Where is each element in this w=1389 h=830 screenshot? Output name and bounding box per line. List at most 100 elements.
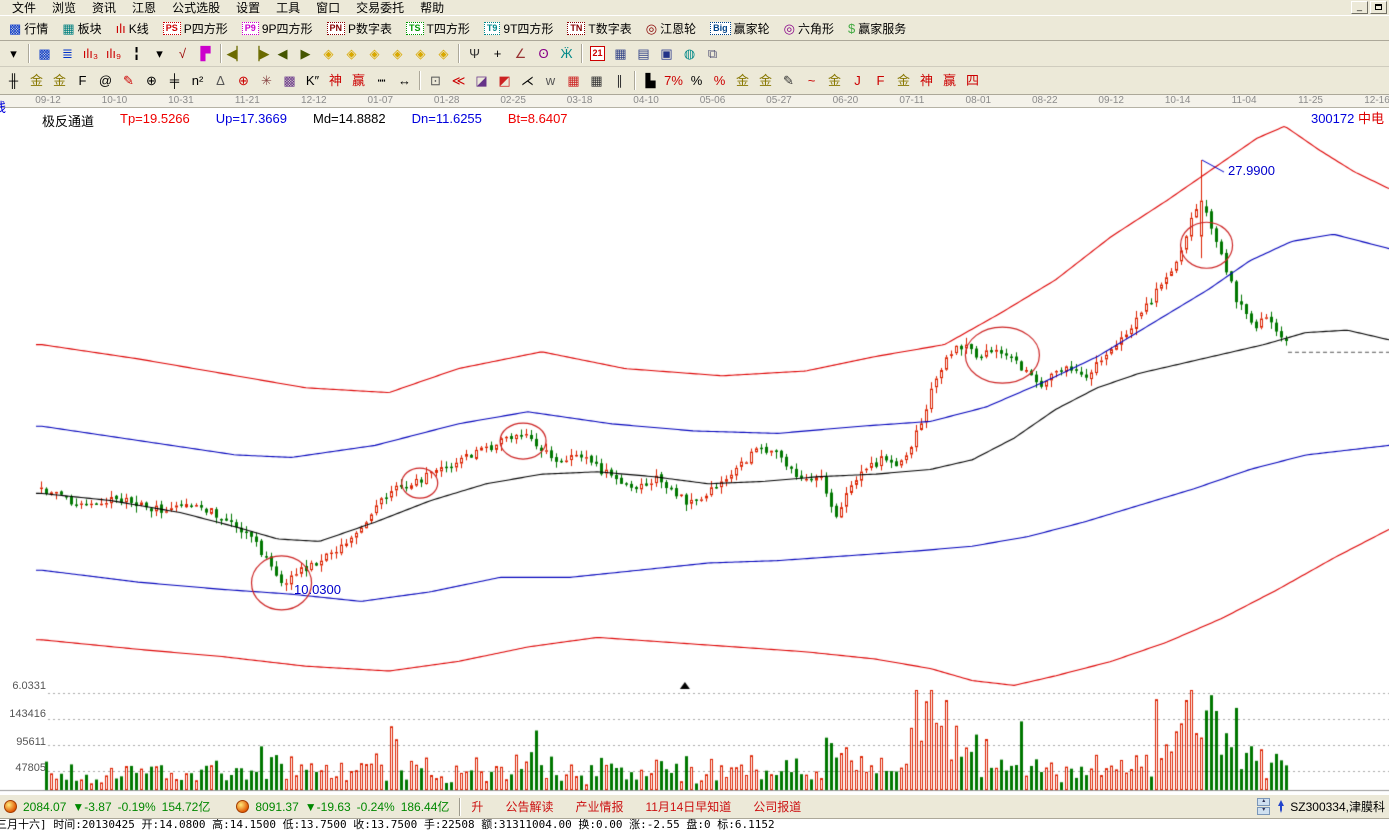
ruler-123-button[interactable]: ┉ bbox=[370, 70, 393, 91]
f-gauge-button[interactable]: F bbox=[71, 70, 94, 91]
toolbar-p-number-table-button[interactable]: PNP数字表 bbox=[320, 16, 400, 40]
diamond-right-button[interactable]: ◈ bbox=[340, 43, 363, 64]
toolbar-winner-wheel-button[interactable]: Big赢家轮 bbox=[703, 16, 777, 40]
percent-line-button[interactable]: 7% bbox=[662, 70, 685, 91]
news-link-2[interactable]: 产业情报 bbox=[575, 800, 623, 814]
toolbar-t-number-table-button[interactable]: TNT数字表 bbox=[560, 16, 638, 40]
hash-line-button[interactable]: ╪ bbox=[163, 70, 186, 91]
ink-pen-button[interactable]: ✎ bbox=[777, 70, 800, 91]
toolbar-gann-wheel-button[interactable]: ◎江恩轮 bbox=[639, 16, 703, 40]
prev-page-button[interactable]: ◀ bbox=[271, 43, 294, 64]
v-wave-button[interactable]: w bbox=[539, 70, 562, 91]
k-quote-button[interactable]: K″ bbox=[301, 70, 324, 91]
notepad-button[interactable]: ▤ bbox=[632, 43, 655, 64]
spinner-down-button[interactable]: ▾ bbox=[1257, 807, 1270, 815]
toolbar-p-square-button[interactable]: PSP四方形 bbox=[156, 16, 235, 40]
menu-item-7[interactable]: 窗口 bbox=[308, 0, 348, 16]
news-link-0[interactable]: 升 bbox=[471, 800, 483, 814]
restore-button[interactable] bbox=[1370, 1, 1387, 14]
color-histogram-button[interactable]: ▛ bbox=[194, 43, 217, 64]
calendar-button[interactable]: 21 bbox=[586, 43, 609, 64]
gold-circle-button[interactable]: 金 bbox=[731, 70, 754, 91]
diamond-left-button[interactable]: ◈ bbox=[317, 43, 340, 64]
toolbar-quotes-button[interactable]: ▩行情 bbox=[2, 16, 55, 40]
first-page-button[interactable]: ◀▏ bbox=[225, 43, 248, 64]
news-link-3[interactable]: 11月14日早知道 bbox=[645, 800, 731, 814]
toolbar-t-square-button[interactable]: TST四方形 bbox=[399, 16, 477, 40]
save-button[interactable]: ▣ bbox=[655, 43, 678, 64]
menu-item-4[interactable]: 公式选股 bbox=[164, 0, 228, 16]
diamond-shrink-button[interactable]: ◈ bbox=[386, 43, 409, 64]
calculator-button[interactable]: ▦ bbox=[609, 43, 632, 64]
marker-pen-button[interactable]: ✎ bbox=[117, 70, 140, 91]
starburst-button[interactable]: ✳ bbox=[255, 70, 278, 91]
formula-button[interactable]: √ bbox=[171, 43, 194, 64]
diamond-expand-button[interactable]: ◈ bbox=[363, 43, 386, 64]
next-page-button[interactable]: ▶ bbox=[294, 43, 317, 64]
menu-item-2[interactable]: 资讯 bbox=[84, 0, 124, 16]
fan-square-button[interactable]: ◩ bbox=[493, 70, 516, 91]
percent-under-button[interactable]: % bbox=[708, 70, 731, 91]
shen-ruler-button[interactable]: 神 bbox=[324, 70, 347, 91]
bars-9-button[interactable]: ılı₉ bbox=[102, 43, 125, 64]
current-symbol-label[interactable]: SZ300334,津膜科 bbox=[1290, 798, 1385, 815]
spiral-button[interactable]: @ bbox=[94, 70, 117, 91]
candle-style-button[interactable]: ╏ bbox=[125, 43, 148, 64]
spinner-up-button[interactable]: ▴ bbox=[1257, 798, 1270, 806]
angle-measure-button[interactable]: ∠ bbox=[509, 43, 532, 64]
hand-tool-button[interactable]: Ψ bbox=[463, 43, 486, 64]
gold-angle-button[interactable]: 金 bbox=[892, 70, 915, 91]
win-ruler-button[interactable]: 赢 bbox=[347, 70, 370, 91]
grid-red-button[interactable]: ▦ bbox=[562, 70, 585, 91]
toolbar-kline-button[interactable]: ılıK线 bbox=[109, 16, 156, 40]
fan-tool-button[interactable]: Ӝ bbox=[555, 43, 578, 64]
si-angle-button[interactable]: 四 bbox=[961, 70, 984, 91]
toolbar-9t-square-button[interactable]: T99T四方形 bbox=[477, 16, 561, 40]
ruler-hash-button[interactable]: ╫ bbox=[2, 70, 25, 91]
bars-3-button[interactable]: ılı₃ bbox=[79, 43, 102, 64]
compass-button[interactable]: ⊕ bbox=[232, 70, 255, 91]
red-fan-button[interactable]: ≪ bbox=[447, 70, 470, 91]
width-arrows-button[interactable]: ↔ bbox=[393, 70, 416, 91]
menu-item-8[interactable]: 交易委托 bbox=[348, 0, 412, 16]
win-angle-button[interactable]: 赢 bbox=[938, 70, 961, 91]
diamond-cross-button[interactable]: ◈ bbox=[409, 43, 432, 64]
toolbar-winner-service-button[interactable]: $赢家服务 bbox=[841, 16, 913, 40]
view-dropdown-button[interactable]: ▾ bbox=[2, 43, 25, 64]
gold-ruler-button[interactable]: 金 bbox=[25, 70, 48, 91]
news-link-4[interactable]: 公司报道 bbox=[753, 800, 801, 814]
gold-box-button[interactable]: 金 bbox=[823, 70, 846, 91]
wave-av-button[interactable]: ~ bbox=[800, 70, 823, 91]
menu-item-3[interactable]: 江恩 bbox=[124, 0, 164, 16]
fan-box-button[interactable]: ◪ bbox=[470, 70, 493, 91]
remote-pc-button[interactable]: ⧉ bbox=[701, 43, 724, 64]
trend-window-button[interactable]: ▩ bbox=[33, 43, 56, 64]
gold-ruler2-button[interactable]: 金 bbox=[48, 70, 71, 91]
gann-anchor-button[interactable]: ʘ bbox=[532, 43, 555, 64]
grid-dark-button[interactable]: ▦ bbox=[585, 70, 608, 91]
stats-bars-button[interactable]: ▙ bbox=[639, 70, 662, 91]
f-angle-button[interactable]: F bbox=[869, 70, 892, 91]
kline-chart-canvas[interactable] bbox=[0, 108, 1389, 794]
menu-item-5[interactable]: 设置 bbox=[228, 0, 268, 16]
n2-button[interactable]: n² bbox=[186, 70, 209, 91]
news-link-1[interactable]: 公告解读 bbox=[505, 800, 553, 814]
toolbar-hexagon-button[interactable]: ◎六角形 bbox=[777, 16, 841, 40]
toolbar-sectors-button[interactable]: ▦板块 bbox=[55, 16, 108, 40]
gold-under-button[interactable]: 金 bbox=[754, 70, 777, 91]
parallel-lines-button[interactable]: ∥ bbox=[608, 70, 631, 91]
square-tool-button[interactable]: ⊡ bbox=[424, 70, 447, 91]
info-list-button[interactable]: ≣ bbox=[56, 43, 79, 64]
percent-button[interactable]: % bbox=[685, 70, 708, 91]
web-data-button[interactable]: ◍ bbox=[678, 43, 701, 64]
last-page-button[interactable]: ▕▶ bbox=[248, 43, 271, 64]
menu-item-9[interactable]: 帮助 bbox=[412, 0, 452, 16]
j-angle-button[interactable]: J bbox=[846, 70, 869, 91]
web-grid-button[interactable]: ▩ bbox=[278, 70, 301, 91]
diamond-move-button[interactable]: ◈ bbox=[432, 43, 455, 64]
minimize-button[interactable]: _ bbox=[1351, 1, 1368, 14]
angle-lines-button[interactable]: ⋌ bbox=[516, 70, 539, 91]
shen-angle-button[interactable]: 神 bbox=[915, 70, 938, 91]
a-angle-button[interactable]: ∆ bbox=[209, 70, 232, 91]
toolbar-9p-square-button[interactable]: P99P四方形 bbox=[235, 16, 320, 40]
